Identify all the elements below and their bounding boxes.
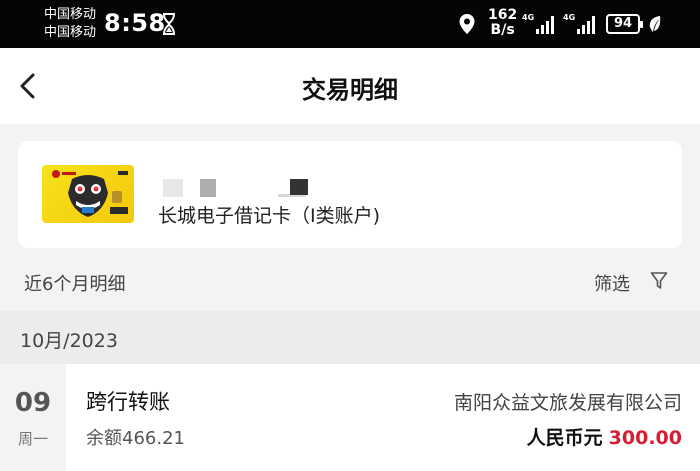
speed-value: 162	[488, 7, 518, 23]
period-label: 近6个月明细	[24, 274, 126, 295]
card-image	[42, 165, 134, 223]
masked-card-number	[290, 179, 308, 195]
month-header: 10月/2023	[0, 311, 700, 364]
network-speed: 162 B/s	[488, 8, 517, 38]
transaction-type: 跨行转账	[86, 390, 170, 414]
transaction-amount-row: 人民币元 300.00	[527, 423, 682, 450]
hourglass-icon	[163, 13, 175, 35]
signal-bars-icon: 4G	[522, 13, 554, 34]
account-card[interactable]: 长城电子借记卡（I类账户)	[18, 141, 682, 248]
transaction-row[interactable]: 跨行转账 余额466.21 南阳众益文旅发展有限公司 人民币元 300.00	[66, 364, 700, 471]
battery-icon: 94	[606, 14, 643, 34]
status-bar: 中国移动 中国移动 8:58 162 B/s 4G 4G 94	[0, 0, 700, 48]
masked-card-number	[200, 179, 216, 197]
transaction-day: 09	[14, 388, 52, 418]
filter-button[interactable]: 筛选	[594, 270, 630, 296]
transaction-currency: 人民币元	[526, 427, 603, 449]
transaction-balance: 余额466.21	[86, 428, 185, 449]
transaction-amount: 300.00	[608, 427, 682, 449]
masked-card-number	[163, 179, 183, 197]
transaction-date: 09 周一	[0, 364, 66, 471]
page-header: 交易明细	[0, 48, 700, 124]
funnel-icon[interactable]	[650, 271, 668, 291]
page-title: 交易明细	[302, 76, 398, 104]
status-time: 8:58	[104, 9, 166, 37]
carrier-1: 中国移动	[44, 7, 97, 22]
card-artwork	[52, 170, 128, 217]
leaf-icon	[649, 16, 661, 32]
speed-unit: B/s	[490, 22, 515, 38]
card-name: 长城电子借记卡（I类账户)	[158, 205, 381, 227]
carrier-2: 中国移动	[44, 25, 97, 40]
transaction-counterparty: 南阳众益文旅发展有限公司	[453, 392, 682, 414]
location-pin-icon	[459, 14, 475, 34]
network-type-2: 4G	[563, 13, 575, 22]
month-label: 10月/2023	[20, 330, 118, 352]
transaction-weekday: 周一	[17, 430, 48, 448]
network-type-1: 4G	[522, 13, 534, 22]
signal-bars-icon: 4G	[563, 13, 595, 34]
carrier-labels: 中国移动 中国移动	[44, 6, 96, 42]
